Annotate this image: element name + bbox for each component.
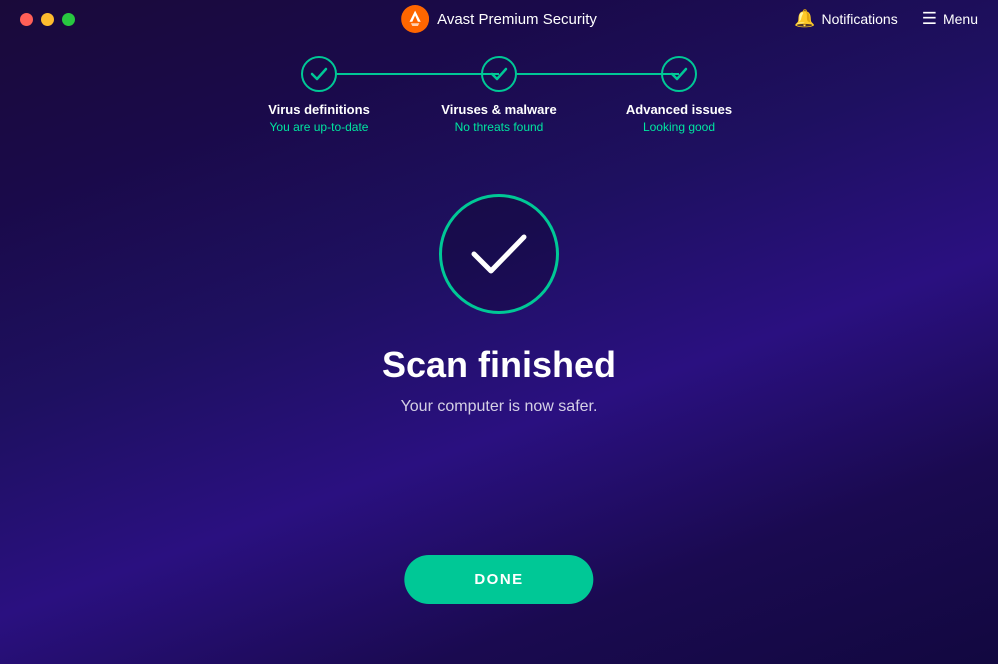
step-1-circle	[301, 56, 337, 92]
bell-icon: 🔔	[794, 9, 815, 29]
done-button-wrapper: DONE	[404, 555, 593, 604]
done-button[interactable]: DONE	[404, 555, 593, 604]
step-2-circle	[481, 56, 517, 92]
step-3-text: Advanced issues Looking good	[626, 102, 732, 134]
check-icon-2	[490, 67, 508, 81]
main-content: Scan finished Your computer is now safer…	[0, 194, 998, 416]
minimize-button[interactable]	[41, 13, 54, 26]
step-virus-definitions: Virus definitions You are up-to-date	[229, 56, 409, 134]
step-1-status: You are up-to-date	[268, 120, 370, 134]
step-3-label: Advanced issues	[626, 102, 732, 117]
menu-button[interactable]: ☰ Menu	[922, 9, 978, 29]
menu-icon: ☰	[922, 9, 937, 29]
titlebar-right: 🔔 Notifications ☰ Menu	[794, 9, 978, 29]
step-3-circle	[661, 56, 697, 92]
step-1-text: Virus definitions You are up-to-date	[268, 102, 370, 134]
step-2-status: No threats found	[441, 120, 556, 134]
check-icon-3	[670, 67, 688, 81]
app-title-area: Avast Premium Security	[401, 5, 597, 33]
notifications-label: Notifications	[821, 11, 897, 27]
notifications-button[interactable]: 🔔 Notifications	[794, 9, 897, 29]
close-button[interactable]	[20, 13, 33, 26]
menu-label: Menu	[943, 11, 978, 27]
avast-logo-icon	[401, 5, 429, 33]
step-3-status: Looking good	[626, 120, 732, 134]
traffic-lights	[20, 13, 75, 26]
titlebar: Avast Premium Security 🔔 Notifications ☰…	[0, 0, 998, 38]
big-check-icon	[469, 229, 529, 279]
step-2-label: Viruses & malware	[441, 102, 556, 117]
step-advanced-issues: Advanced issues Looking good	[589, 56, 769, 134]
step-viruses-malware: Viruses & malware No threats found	[409, 56, 589, 134]
step-3-head	[589, 56, 769, 92]
scan-finished-title: Scan finished	[382, 344, 616, 386]
maximize-button[interactable]	[62, 13, 75, 26]
app-title: Avast Premium Security	[437, 11, 597, 28]
step-2-head	[409, 56, 589, 92]
step-1-label: Virus definitions	[268, 102, 370, 117]
check-icon-1	[310, 67, 328, 81]
progress-steps: Virus definitions You are up-to-date Vir…	[0, 38, 998, 134]
steps-wrapper: Virus definitions You are up-to-date Vir…	[229, 56, 769, 134]
scan-subtitle: Your computer is now safer.	[401, 398, 598, 416]
scan-result-icon	[439, 194, 559, 314]
step-1-head	[229, 56, 409, 92]
step-2-text: Viruses & malware No threats found	[441, 102, 556, 134]
